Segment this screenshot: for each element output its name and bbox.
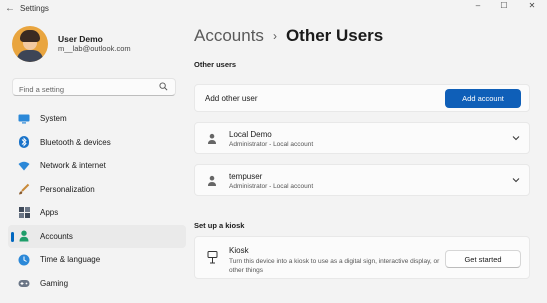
close-button[interactable]: ✕ xyxy=(522,0,542,10)
kiosk-card: Kiosk Turn this device into a kiosk to u… xyxy=(194,236,530,279)
add-account-button[interactable]: Add account xyxy=(445,89,521,108)
nav-item-network[interactable]: Network & internet xyxy=(8,154,186,178)
globe-clock-icon xyxy=(18,254,30,266)
kiosk-title: Kiosk xyxy=(229,246,249,255)
profile-email: m__lab@outlook.com xyxy=(58,44,131,53)
maximize-button[interactable]: ☐ xyxy=(494,0,514,10)
bluetooth-icon xyxy=(18,136,30,149)
kiosk-icon xyxy=(207,251,218,264)
chevron-down-icon[interactable] xyxy=(512,135,520,141)
nav-item-bluetooth[interactable]: Bluetooth & devices xyxy=(8,131,186,155)
nav-item-accounts[interactable]: Accounts xyxy=(8,224,186,248)
user-card-local-demo[interactable]: Local Demo Administrator - Local account xyxy=(194,122,530,154)
main-content: Accounts › Other Users Other users Add o… xyxy=(186,16,547,303)
search-icon[interactable] xyxy=(159,82,168,91)
other-users-heading: Other users xyxy=(194,60,237,69)
person-icon xyxy=(208,133,216,144)
get-started-button[interactable]: Get started xyxy=(445,250,521,268)
sidebar: User Demo m__lab@outlook.com System Blue… xyxy=(0,16,186,303)
nav-label-time-language: Time & language xyxy=(40,255,101,265)
nav-item-gaming[interactable]: Gaming xyxy=(8,272,186,296)
user-name: Local Demo xyxy=(229,130,272,139)
nav-item-system[interactable]: System xyxy=(8,107,186,131)
chevron-down-icon[interactable] xyxy=(512,177,520,183)
add-other-user-card: Add other user Add account xyxy=(194,84,530,112)
avatar xyxy=(12,26,48,62)
user-card-tempuser[interactable]: tempuser Administrator - Local account xyxy=(194,164,530,196)
window-title: Settings xyxy=(20,3,49,13)
nav-item-personalization[interactable]: Personalization xyxy=(8,178,186,202)
search-box[interactable] xyxy=(12,78,176,98)
title-bar: ← Settings – ☐ ✕ xyxy=(0,0,547,16)
back-arrow-icon[interactable]: ← xyxy=(0,3,20,14)
gamepad-icon xyxy=(18,277,30,289)
nav-list: System Bluetooth & devices Network & int… xyxy=(8,107,186,295)
nav-label-accounts: Accounts xyxy=(40,231,73,241)
add-other-user-label: Add other user xyxy=(205,94,258,103)
nav-label-personalization: Personalization xyxy=(40,184,95,194)
nav-label-apps: Apps xyxy=(40,208,59,218)
user-profile[interactable]: User Demo m__lab@outlook.com xyxy=(12,26,131,62)
nav-label-bluetooth: Bluetooth & devices xyxy=(40,137,111,147)
kiosk-description: Turn this device into a kiosk to use as … xyxy=(229,258,440,274)
monitor-icon xyxy=(18,113,30,125)
user-name: tempuser xyxy=(229,172,263,181)
user-role: Administrator - Local account xyxy=(229,183,314,190)
kiosk-heading: Set up a kiosk xyxy=(194,221,245,230)
nav-label-gaming: Gaming xyxy=(40,278,69,288)
user-role: Administrator - Local account xyxy=(229,141,314,148)
person-icon xyxy=(18,230,30,242)
apps-icon xyxy=(18,207,30,219)
nav-label-system: System xyxy=(40,114,67,124)
wifi-icon xyxy=(18,160,30,172)
nav-item-apps[interactable]: Apps xyxy=(8,201,186,225)
brush-icon xyxy=(18,183,30,195)
nav-item-time-language[interactable]: Time & language xyxy=(8,248,186,272)
person-icon xyxy=(208,175,216,186)
page-title: Other Users xyxy=(285,26,384,45)
minimize-button[interactable]: – xyxy=(468,0,488,10)
nav-label-network: Network & internet xyxy=(40,161,106,171)
breadcrumb-accounts[interactable]: Accounts xyxy=(194,26,264,46)
breadcrumb: Accounts › Other Users xyxy=(194,26,383,46)
breadcrumb-separator: › xyxy=(272,29,277,43)
profile-name: User Demo xyxy=(58,34,103,44)
search-input[interactable] xyxy=(13,81,153,98)
